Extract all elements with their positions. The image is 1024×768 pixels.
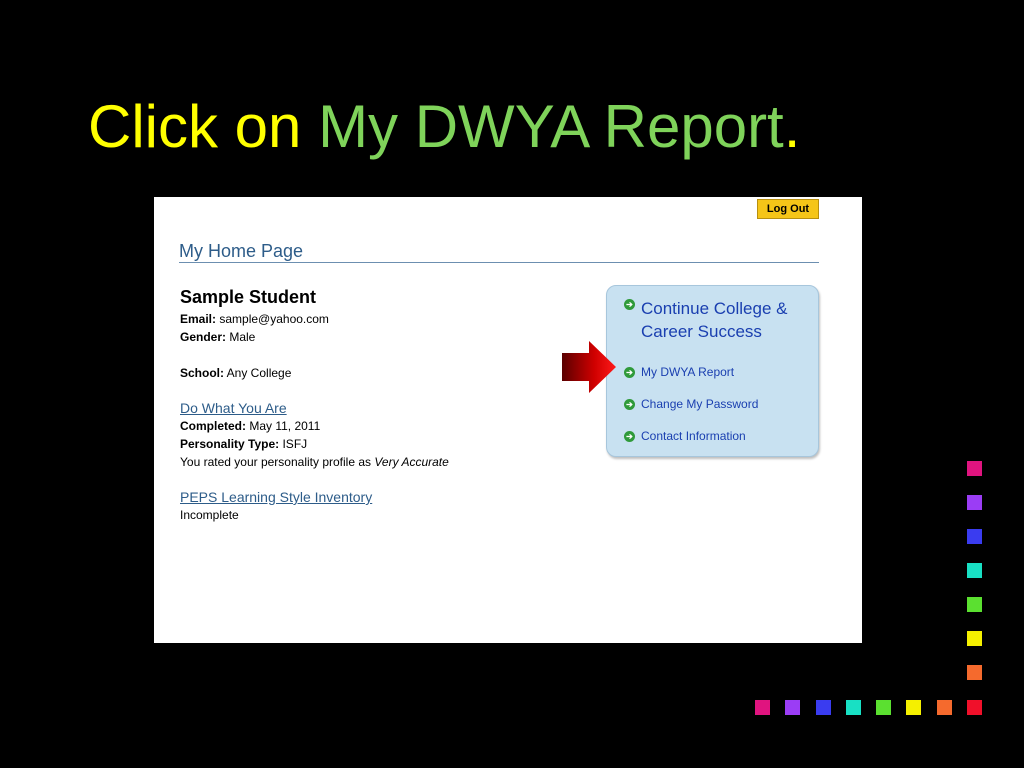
decor-square bbox=[967, 631, 982, 646]
title-divider bbox=[179, 262, 819, 263]
page-title: My Home Page bbox=[179, 241, 304, 261]
panel-heading: Continue College & Career Success bbox=[641, 299, 788, 341]
green-circle-arrow-icon: ➔ bbox=[624, 399, 635, 410]
contact-information-label: Contact Information bbox=[641, 429, 746, 443]
my-dwya-report-link[interactable]: ➔ My DWYA Report bbox=[624, 365, 734, 379]
green-circle-arrow-icon: ➔ bbox=[624, 431, 635, 442]
peps-status: Incomplete bbox=[180, 508, 239, 522]
email-row: Email: sample@yahoo.com bbox=[180, 310, 600, 328]
decor-square bbox=[967, 597, 982, 612]
slide-title-prefix: Click on bbox=[88, 93, 319, 160]
rating-value: Very Accurate bbox=[374, 455, 449, 469]
completed-row: Completed: May 11, 2011 bbox=[180, 417, 600, 435]
slide-title-suffix: . bbox=[783, 93, 801, 160]
continue-college-career-link[interactable]: ➔ Continue College & Career Success bbox=[624, 297, 816, 343]
decor-square bbox=[785, 700, 800, 715]
profile-section: Sample Student Email: sample@yahoo.com G… bbox=[180, 287, 600, 524]
rating-text: You rated your personality profile as bbox=[180, 455, 375, 469]
decor-square bbox=[755, 700, 770, 715]
personality-type-value: ISFJ bbox=[279, 437, 308, 451]
decor-square bbox=[967, 665, 982, 680]
student-name: Sample Student bbox=[180, 287, 317, 307]
slide-title-highlight: My DWYA Report bbox=[318, 93, 784, 160]
green-circle-arrow-icon: ➔ bbox=[624, 367, 635, 378]
decor-square bbox=[906, 700, 921, 715]
decor-square bbox=[876, 700, 891, 715]
completed-value: May 11, 2011 bbox=[246, 419, 321, 433]
peps-link[interactable]: PEPS Learning Style Inventory bbox=[180, 488, 600, 506]
change-password-link[interactable]: ➔ Change My Password bbox=[624, 397, 758, 411]
completed-label: Completed: bbox=[180, 419, 246, 433]
school-row: School: Any College bbox=[180, 364, 600, 382]
red-arrow-icon bbox=[562, 341, 616, 393]
rating-row: You rated your personality profile as Ve… bbox=[180, 453, 600, 471]
do-what-you-are-link[interactable]: Do What You Are bbox=[180, 399, 600, 417]
gender-label: Gender: bbox=[180, 330, 227, 344]
log-out-button[interactable]: Log Out bbox=[757, 199, 819, 219]
personality-type-label: Personality Type: bbox=[180, 437, 280, 451]
school-value: Any College bbox=[224, 366, 292, 380]
gender-value: Male bbox=[226, 330, 256, 344]
green-circle-arrow-icon: ➔ bbox=[624, 299, 635, 310]
career-success-panel: ➔ Continue College & Career Success ➔ My… bbox=[606, 285, 819, 457]
email-label: Email: bbox=[180, 312, 217, 326]
decor-square bbox=[967, 495, 982, 510]
school-label: School: bbox=[180, 366, 224, 380]
email-value: sample@yahoo.com bbox=[216, 312, 329, 326]
my-dwya-report-label: My DWYA Report bbox=[641, 365, 735, 379]
change-password-label: Change My Password bbox=[641, 397, 759, 411]
screenshot-panel: Log Out My Home Page Sample Student Emai… bbox=[154, 197, 862, 643]
gender-row: Gender: Male bbox=[180, 328, 600, 346]
contact-information-link[interactable]: ➔ Contact Information bbox=[624, 429, 746, 443]
decor-square bbox=[846, 700, 861, 715]
decor-square bbox=[967, 563, 982, 578]
decor-square bbox=[816, 700, 831, 715]
decor-square bbox=[967, 461, 982, 476]
decor-square bbox=[937, 700, 952, 715]
slide-title: Click on My DWYA Report. bbox=[88, 92, 800, 162]
decor-square bbox=[967, 700, 982, 715]
decor-square bbox=[967, 529, 982, 544]
personality-type-row: Personality Type: ISFJ bbox=[180, 435, 600, 453]
